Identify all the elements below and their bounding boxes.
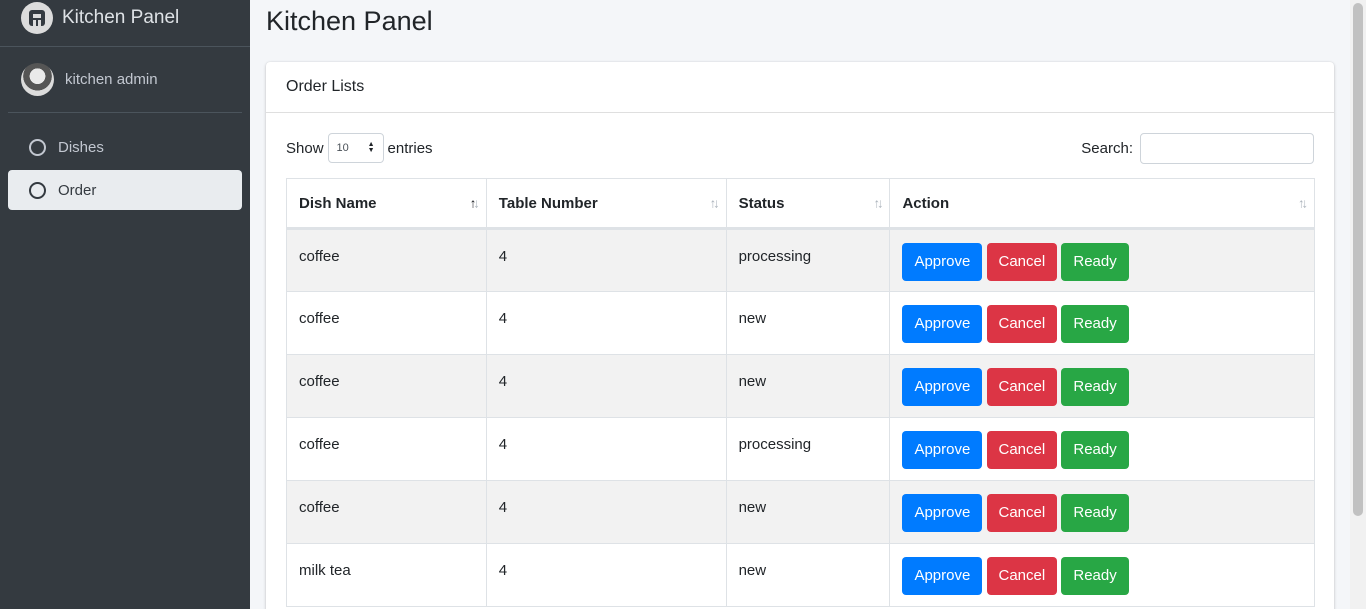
- cell-dish-name: milk tea: [286, 543, 487, 607]
- table-row: coffee 4 new Approve Cancel Ready: [286, 480, 1315, 544]
- cancel-button[interactable]: Cancel: [986, 431, 1058, 469]
- cell-table-number: 4: [485, 417, 727, 481]
- cell-dish-name: coffee: [286, 354, 487, 418]
- search-input[interactable]: [1140, 133, 1314, 164]
- header-status[interactable]: Status ↑↓: [725, 178, 891, 230]
- table-row: coffee 4 processing Approve Cancel Ready: [286, 417, 1315, 481]
- cell-action: Approve Cancel Ready: [889, 480, 1315, 544]
- table-header-row: Dish Name ↑↓ Table Number ↑↓ Status ↑↓ A…: [286, 178, 1315, 230]
- ready-button[interactable]: Ready: [1061, 243, 1129, 281]
- approve-button[interactable]: Approve: [902, 494, 983, 532]
- cell-dish-name: coffee: [286, 417, 487, 481]
- cell-table-number: 4: [485, 480, 727, 544]
- cell-status: new: [725, 354, 891, 418]
- user-name: kitchen admin: [65, 71, 158, 88]
- app: Kitchen Panel kitchen admin Dishes Order…: [0, 0, 1366, 609]
- approve-button[interactable]: Approve: [902, 305, 983, 343]
- approve-button[interactable]: Approve: [902, 368, 983, 406]
- order-list-card: Order Lists Show 10 ▲▼ entries Search:: [266, 62, 1334, 609]
- page-length-value: 10: [336, 142, 349, 154]
- cell-status: new: [725, 291, 891, 355]
- cell-dish-name: coffee: [286, 291, 487, 355]
- cancel-button[interactable]: Cancel: [986, 557, 1058, 595]
- header-label: Status: [738, 194, 785, 212]
- ready-button[interactable]: Ready: [1061, 368, 1129, 406]
- header-label: Action: [902, 194, 950, 212]
- cancel-button[interactable]: Cancel: [986, 494, 1058, 532]
- sidebar: Kitchen Panel kitchen admin Dishes Order: [0, 0, 250, 609]
- cell-status: processing: [725, 417, 891, 481]
- ready-button[interactable]: Ready: [1061, 305, 1129, 343]
- header-label: Dish Name: [299, 194, 377, 212]
- cell-action: Approve Cancel Ready: [889, 228, 1315, 292]
- card-title: Order Lists: [266, 62, 1334, 113]
- sort-icon: ↑↓: [709, 195, 720, 211]
- sort-asc-icon: ↑↓: [469, 195, 480, 211]
- brand-title: Kitchen Panel: [62, 7, 180, 28]
- user-panel[interactable]: kitchen admin: [8, 47, 242, 113]
- page-length-control: Show 10 ▲ ▼ entries: [286, 133, 433, 163]
- show-label: Show: [286, 139, 324, 157]
- header-action[interactable]: Action ↑↓: [889, 178, 1315, 230]
- cancel-button[interactable]: Cancel: [986, 305, 1058, 343]
- cell-status: processing: [725, 228, 891, 292]
- cell-table-number: 4: [485, 543, 727, 607]
- cell-table-number: 4: [485, 291, 727, 355]
- cell-action: Approve Cancel Ready: [889, 354, 1315, 418]
- table-row: milk tea 4 new Approve Cancel Ready: [286, 543, 1315, 607]
- cell-action: Approve Cancel Ready: [889, 543, 1315, 607]
- approve-button[interactable]: Approve: [902, 243, 983, 281]
- sort-icon: ↑↓: [873, 195, 883, 211]
- approve-button[interactable]: Approve: [902, 431, 983, 469]
- ready-button[interactable]: Ready: [1061, 557, 1129, 595]
- table-row: coffee 4 new Approve Cancel Ready: [286, 354, 1315, 418]
- search-control: Search:: [1081, 133, 1314, 164]
- cell-dish-name: coffee: [286, 228, 487, 292]
- cancel-button[interactable]: Cancel: [986, 243, 1058, 281]
- approve-button[interactable]: Approve: [902, 557, 983, 595]
- page-scrollbar[interactable]: [1350, 0, 1366, 609]
- table-body: coffee 4 processing Approve Cancel Ready cof…: [286, 228, 1315, 607]
- ready-button[interactable]: Ready: [1061, 431, 1129, 469]
- sidebar-item-dishes[interactable]: Dishes: [8, 127, 242, 167]
- page-title: Kitchen Panel: [266, 6, 433, 36]
- main-content: Kitchen Panel Order Lists Show 10 ▲ ▼ ent…: [250, 0, 1350, 609]
- page-length-select[interactable]: 10 ▲ ▼: [327, 133, 384, 163]
- table-controls: Show 10 ▲ ▼ entries Search:: [266, 113, 1334, 179]
- cell-table-number: 4: [485, 354, 727, 418]
- sort-icon: ↑↓: [1298, 195, 1308, 211]
- header-dish-name[interactable]: Dish Name ↑↓: [286, 178, 487, 230]
- sidebar-nav: Dishes Order: [0, 113, 250, 210]
- header-label: Table Number: [498, 194, 598, 212]
- cell-action: Approve Cancel Ready: [889, 291, 1315, 355]
- header-table-number[interactable]: Table Number ↑↓: [485, 178, 727, 230]
- sidebar-item-label: Dishes: [58, 138, 104, 156]
- brand-logo-icon: [21, 2, 53, 34]
- cell-table-number: 4: [485, 228, 727, 292]
- cell-status: new: [725, 543, 891, 607]
- search-label: Search:: [1081, 140, 1133, 157]
- cancel-button[interactable]: Cancel: [986, 368, 1058, 406]
- cell-dish-name: coffee: [286, 480, 487, 544]
- cell-status: new: [725, 480, 891, 544]
- entries-label: entries: [387, 139, 433, 157]
- brand[interactable]: Kitchen Panel: [0, 0, 250, 47]
- avatar: [21, 63, 54, 96]
- table-row: coffee 4 new Approve Cancel Ready: [286, 291, 1315, 355]
- ready-button[interactable]: Ready: [1061, 494, 1129, 532]
- circle-icon: [29, 138, 46, 156]
- sidebar-item-order[interactable]: Order: [8, 170, 242, 210]
- order-table: Dish Name ↑↓ Table Number ↑↓ Status ↑↓ A…: [286, 178, 1315, 607]
- circle-icon: [29, 181, 46, 199]
- table-row: coffee 4 processing Approve Cancel Ready: [286, 228, 1315, 292]
- scrollbar-thumb[interactable]: [1353, 3, 1363, 516]
- cell-action: Approve Cancel Ready: [889, 417, 1315, 481]
- select-arrows-icon: ▲ ▼: [367, 141, 375, 154]
- sidebar-item-label: Order: [58, 181, 97, 199]
